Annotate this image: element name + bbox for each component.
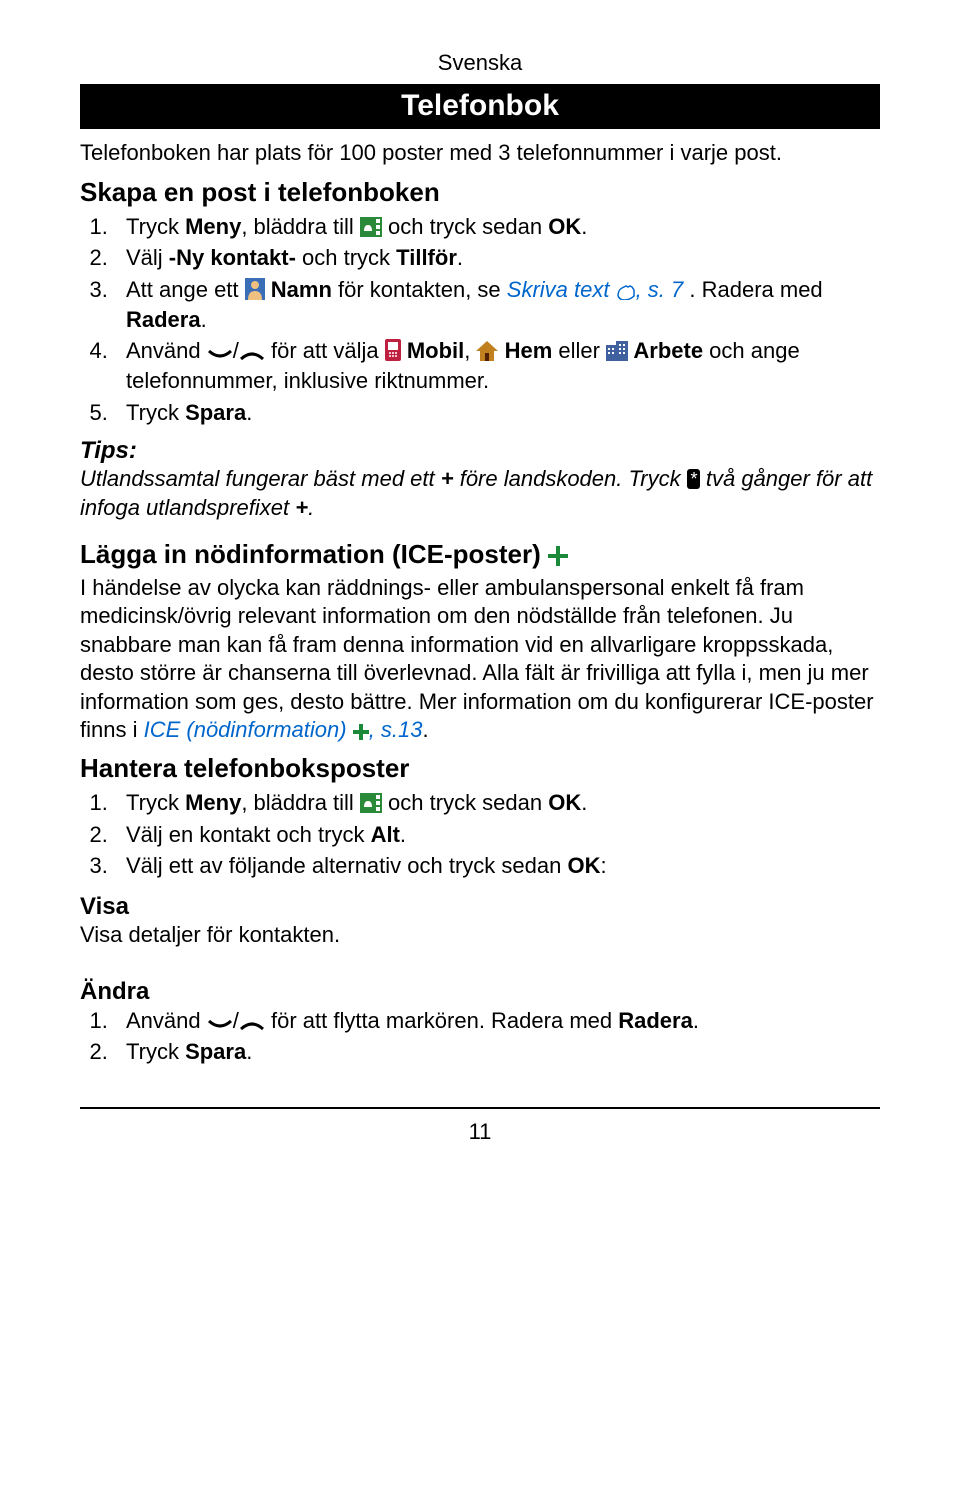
steps-edit: Använd / för att flytta markören. Radera…	[80, 1006, 880, 1067]
section-manage-heading: Hantera telefonboksposter	[80, 753, 880, 784]
manual-page: Svenska Telefonbok Telefonboken har plat…	[0, 0, 960, 1185]
steps-create: Tryck Meny, bläddra till och tryck sedan…	[80, 212, 880, 428]
asterisk-key-icon: *	[687, 469, 700, 489]
list-item: Tryck Meny, bläddra till och tryck sedan…	[114, 212, 880, 242]
andra-heading: Ändra	[80, 978, 880, 1006]
page-title: Telefonbok	[80, 84, 880, 129]
list-item: Använd / för att flytta markören. Radera…	[114, 1006, 880, 1036]
home-icon	[476, 341, 498, 361]
list-item: Tryck Spara.	[114, 1037, 880, 1067]
office-icon	[606, 341, 628, 361]
mobile-icon	[385, 339, 401, 361]
visa-heading: Visa	[80, 893, 880, 921]
intro-text: Telefonboken har plats för 100 poster me…	[80, 139, 880, 167]
person-icon	[245, 278, 265, 300]
page-number: 11	[80, 1119, 880, 1145]
list-item: Använd / för att välja Mobil, Hem eller …	[114, 336, 880, 395]
tips-body: Utlandssamtal fungerar bäst med ett + fö…	[80, 465, 880, 522]
language-header: Svenska	[80, 50, 880, 76]
up-arrow-icon	[239, 1019, 265, 1031]
down-arrow-icon	[207, 349, 233, 361]
list-item: Tryck Meny, bläddra till och tryck sedan…	[114, 788, 880, 818]
link-ice-info[interactable]: ICE (nödinformation) , s.13	[144, 717, 423, 742]
section-ice-heading: Lägga in nödinformation (ICE-poster)	[80, 539, 880, 570]
list-item: Tryck Spara.	[114, 398, 880, 428]
plus-icon	[353, 724, 369, 740]
hand-icon	[616, 284, 636, 300]
footer-rule	[80, 1107, 880, 1109]
up-arrow-icon	[239, 349, 265, 361]
tips-heading: Tips:	[80, 437, 880, 465]
visa-body: Visa detaljer för kontakten.	[80, 921, 880, 950]
phonebook-icon	[360, 217, 382, 237]
down-arrow-icon	[207, 1019, 233, 1031]
plus-icon	[548, 546, 568, 566]
list-item: Välj ett av följande alternativ och tryc…	[114, 851, 880, 881]
steps-manage: Tryck Meny, bläddra till och tryck sedan…	[80, 788, 880, 881]
phonebook-icon	[360, 793, 382, 813]
section-ice-body: I händelse av olycka kan räddnings- elle…	[80, 574, 880, 746]
list-item: Välj en kontakt och tryck Alt.	[114, 820, 880, 850]
section-create-heading: Skapa en post i telefonboken	[80, 177, 880, 208]
list-item: Att ange ett Namn för kontakten, se Skri…	[114, 275, 880, 334]
link-skriva-text[interactable]: Skriva text , s. 7	[507, 277, 684, 302]
list-item: Välj -Ny kontakt- och tryck Tillför.	[114, 243, 880, 273]
